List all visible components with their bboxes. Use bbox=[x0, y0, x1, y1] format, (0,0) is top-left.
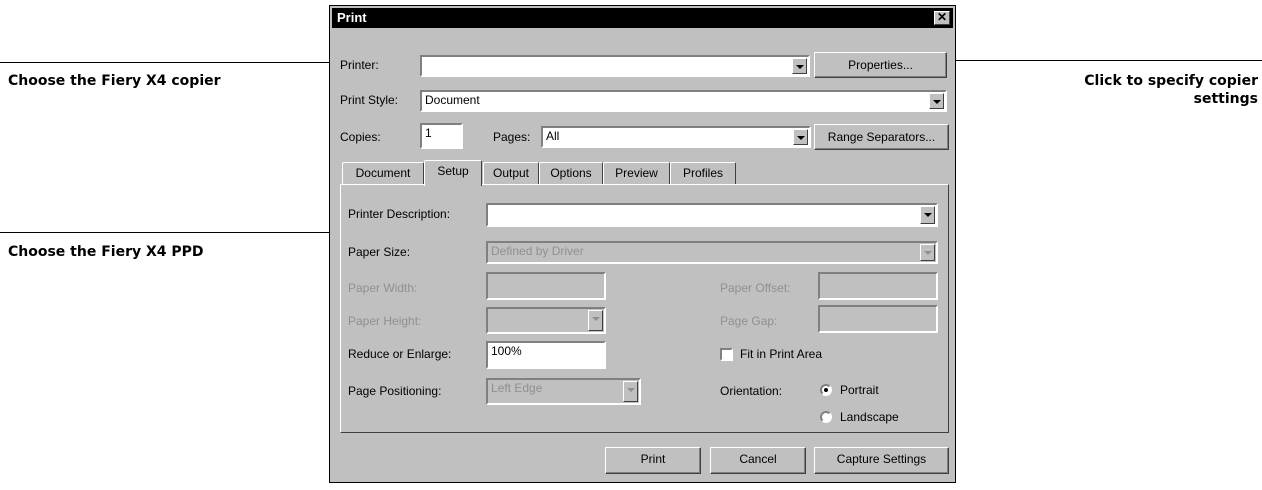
tab-options[interactable]: Options bbox=[539, 162, 603, 184]
orientation-label: Orientation: bbox=[720, 384, 783, 398]
tab-profiles[interactable]: Profiles bbox=[670, 162, 736, 184]
pages-value: All bbox=[546, 129, 560, 143]
print-style-label: Print Style: bbox=[340, 93, 399, 107]
printer-dropdown-button[interactable] bbox=[792, 58, 807, 74]
copies-input[interactable]: 1 bbox=[420, 123, 463, 149]
page-gap-label: Page Gap: bbox=[720, 314, 778, 328]
paper-height-select[interactable] bbox=[486, 307, 606, 334]
paper-size-dropdown-button[interactable] bbox=[920, 244, 935, 261]
cancel-button[interactable]: Cancel bbox=[710, 447, 806, 474]
page-positioning-dropdown-button[interactable] bbox=[623, 381, 638, 402]
print-style-dropdown-button[interactable] bbox=[929, 93, 944, 109]
callout-ppd: Choose the Fiery X4 PPD bbox=[8, 244, 204, 260]
callout-settings-line1: Click to specify copier bbox=[1084, 73, 1258, 89]
pages-label: Pages: bbox=[493, 130, 531, 144]
print-style-select[interactable]: Document bbox=[420, 90, 947, 112]
paper-size-label: Paper Size: bbox=[348, 245, 411, 259]
print-button[interactable]: Print bbox=[605, 447, 701, 474]
printer-select[interactable] bbox=[420, 55, 810, 77]
pages-dropdown-button[interactable] bbox=[793, 129, 808, 145]
page-positioning-value: Left Edge bbox=[491, 381, 543, 395]
tab-output[interactable]: Output bbox=[483, 162, 539, 184]
paper-height-label: Paper Height: bbox=[348, 314, 422, 328]
print-style-value: Document bbox=[425, 93, 480, 107]
copies-label: Copies: bbox=[340, 130, 381, 144]
dialog-title: Print bbox=[337, 10, 367, 25]
landscape-label: Landscape bbox=[840, 410, 899, 424]
page-positioning-select[interactable]: Left Edge bbox=[486, 378, 641, 405]
fit-in-print-area-label: Fit in Print Area bbox=[740, 347, 823, 361]
printer-description-select[interactable] bbox=[486, 203, 938, 227]
printer-label: Printer: bbox=[340, 58, 379, 72]
print-dialog: Print ✕ Printer: Properties... Print Sty… bbox=[329, 5, 956, 483]
title-bar: Print ✕ bbox=[332, 8, 953, 28]
paper-width-input[interactable] bbox=[486, 272, 606, 300]
printer-description-label: Printer Description: bbox=[348, 207, 451, 221]
range-separators-button[interactable]: Range Separators... bbox=[814, 124, 949, 150]
page-positioning-label: Page Positioning: bbox=[348, 384, 442, 398]
paper-size-value: Defined by Driver bbox=[491, 244, 584, 258]
callout-copier: Choose the Fiery X4 copier bbox=[8, 73, 221, 89]
reduce-enlarge-input[interactable]: 100% bbox=[486, 341, 606, 369]
close-button[interactable]: ✕ bbox=[934, 11, 950, 25]
tab-document[interactable]: Document bbox=[342, 162, 424, 184]
portrait-label: Portrait bbox=[840, 383, 879, 397]
landscape-radio[interactable] bbox=[820, 411, 832, 423]
pages-select[interactable]: All bbox=[541, 126, 811, 148]
copies-value: 1 bbox=[425, 126, 432, 140]
paper-height-dropdown-button[interactable] bbox=[588, 310, 603, 331]
reduce-enlarge-label: Reduce or Enlarge: bbox=[348, 347, 452, 361]
paper-width-label: Paper Width: bbox=[348, 281, 418, 295]
callout-line-settings bbox=[948, 60, 1262, 61]
tab-preview[interactable]: Preview bbox=[603, 162, 670, 184]
properties-button[interactable]: Properties... bbox=[814, 52, 947, 78]
close-icon: ✕ bbox=[936, 10, 948, 24]
tab-setup[interactable]: Setup bbox=[424, 160, 482, 186]
paper-offset-label: Paper Offset: bbox=[720, 281, 791, 295]
fit-in-print-area-checkbox[interactable] bbox=[720, 348, 733, 361]
callout-settings: Click to specify copier settings bbox=[1084, 72, 1258, 108]
capture-settings-button[interactable]: Capture Settings bbox=[814, 447, 949, 474]
printer-description-dropdown-button[interactable] bbox=[920, 206, 935, 224]
portrait-radio[interactable] bbox=[820, 384, 832, 396]
callout-line-copier bbox=[0, 62, 335, 63]
callout-settings-line2: settings bbox=[1193, 91, 1258, 107]
paper-offset-input[interactable] bbox=[818, 272, 938, 300]
page-gap-input[interactable] bbox=[818, 305, 938, 333]
paper-size-select[interactable]: Defined by Driver bbox=[486, 241, 938, 264]
reduce-enlarge-value: 100% bbox=[491, 344, 522, 358]
